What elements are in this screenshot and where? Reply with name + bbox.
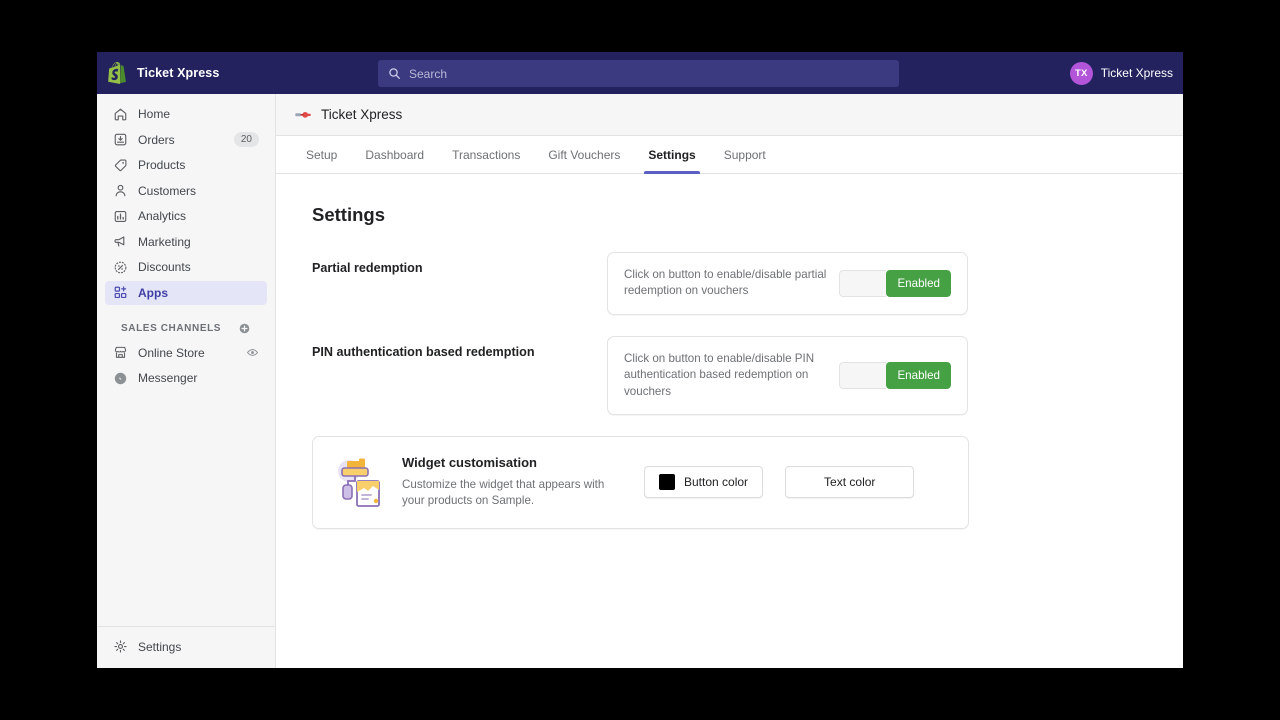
- marketing-megaphone-icon: [114, 236, 125, 247]
- setting-pin-authentication: PIN authentication based redemption Clic…: [276, 335, 1183, 416]
- ticket-xpress-app-icon: [295, 111, 311, 118]
- toggle-off-segment[interactable]: [839, 362, 887, 390]
- sidebar-item-label: Home: [138, 107, 171, 121]
- sidebar-item-discounts[interactable]: Discounts: [105, 255, 267, 279]
- tab-bar: Setup Dashboard Transactions Gift Vouche…: [276, 136, 1183, 174]
- sidebar-item-apps[interactable]: Apps: [105, 280, 267, 305]
- product-tag-icon: [114, 159, 127, 171]
- sales-channels-section-header: Sales channels: [105, 317, 267, 341]
- toggle-off-segment[interactable]: [839, 269, 887, 297]
- tab-label: Support: [723, 147, 766, 162]
- tab-support[interactable]: Support: [710, 136, 780, 173]
- eye-icon[interactable]: [246, 346, 259, 359]
- tab-transactions[interactable]: Transactions: [438, 136, 534, 173]
- text-color-picker[interactable]: Text color: [785, 466, 915, 499]
- setting-partial-redemption: Partial redemption Click on button to en…: [276, 252, 1183, 315]
- main-content: Ticket Xpress Setup Dashboard Transactio…: [276, 94, 1183, 668]
- gear-icon: [114, 640, 127, 653]
- apps-grid-plus-icon: [114, 286, 127, 299]
- sidebar-item-label: Settings: [138, 639, 182, 654]
- sidebar-item-label: Messenger: [138, 371, 198, 385]
- setting-card: Click on button to enable/disable PIN au…: [607, 335, 968, 416]
- shopify-bag-icon: [108, 62, 126, 84]
- plus-circle-icon[interactable]: [238, 322, 251, 335]
- button-color-label: Button color: [684, 475, 749, 490]
- partial-redemption-toggle[interactable]: Enabled: [839, 269, 951, 297]
- tab-label: Setup: [306, 147, 338, 162]
- orders-inbox-icon: [114, 133, 127, 146]
- tab-label: Transactions: [452, 147, 521, 162]
- tab-label: Gift Vouchers: [548, 147, 621, 162]
- toggle-state-label[interactable]: Enabled: [886, 362, 951, 390]
- pin-authentication-toggle[interactable]: Enabled: [839, 362, 951, 390]
- sidebar-item-customers[interactable]: Customers: [105, 179, 267, 203]
- orders-count-badge: 20: [233, 132, 259, 147]
- sales-channels-title: Sales channels: [121, 323, 222, 334]
- customer-person-icon: [115, 184, 126, 197]
- sidebar-item-label: Apps: [138, 285, 168, 300]
- widget-customisation-card: Widget customisation Customize the widge…: [312, 436, 969, 529]
- search-bar[interactable]: [378, 60, 899, 87]
- sidebar-item-products[interactable]: Products: [105, 153, 267, 177]
- tab-label: Dashboard: [365, 147, 425, 162]
- app-header: Ticket Xpress: [276, 94, 1183, 136]
- sidebar-item-label: Marketing: [138, 234, 191, 249]
- setting-card: Click on button to enable/disable partia…: [607, 252, 968, 315]
- sidebar-footer: Settings: [97, 625, 275, 669]
- color-buttons: Button color Text color: [644, 466, 915, 499]
- toggle-state-label[interactable]: Enabled: [886, 269, 951, 297]
- sidebar-item-marketing[interactable]: Marketing: [105, 230, 267, 254]
- sidebar-item-label: Customers: [138, 183, 197, 198]
- button-color-picker[interactable]: Button color: [644, 466, 764, 499]
- app-title: Ticket Xpress: [321, 107, 403, 122]
- button-color-swatch: [659, 474, 675, 491]
- text-color-label: Text color: [824, 475, 876, 490]
- avatar: TX: [1069, 61, 1093, 85]
- sidebar-item-label: Analytics: [138, 209, 187, 223]
- user-name: Ticket Xpress: [1100, 66, 1173, 80]
- settings-page: Settings Partial redemption Click on but…: [276, 174, 1183, 668]
- sidebar-item-label: Online Store: [138, 345, 205, 360]
- sidebar-item-label: Orders: [138, 132, 175, 147]
- sidebar-item-analytics[interactable]: Analytics: [105, 204, 267, 228]
- sidebar-item-orders[interactable]: Orders 20: [105, 128, 267, 152]
- sidebar-item-online-store[interactable]: Online Store: [105, 341, 267, 365]
- setting-description: Click on button to enable/disable PIN au…: [624, 351, 815, 398]
- sidebar-item-label: Products: [138, 158, 186, 172]
- setting-label: Partial redemption: [312, 261, 423, 275]
- page-title: Settings: [312, 204, 385, 225]
- sidebar-item-home[interactable]: Home: [105, 102, 267, 126]
- analytics-bar-chart-icon: [114, 210, 127, 222]
- shopify-admin-window: Ticket Xpress TX Ticket Xpress Home: [97, 52, 1183, 668]
- widget-title: Widget customisation: [402, 455, 537, 471]
- setting-description: Click on button to enable/disable partia…: [624, 268, 827, 298]
- sidebar-item-settings[interactable]: Settings: [105, 635, 267, 659]
- sidebar: Home Orders 20 Products Customers Analyt…: [97, 94, 276, 668]
- sidebar-nav: Home Orders 20 Products Customers Analyt…: [97, 94, 275, 390]
- search-input[interactable]: [409, 66, 889, 81]
- home-icon: [114, 108, 127, 120]
- sidebar-item-messenger[interactable]: Messenger: [105, 366, 267, 390]
- sidebar-item-label: Discounts: [138, 260, 191, 274]
- paint-roller-illustration: [338, 458, 380, 508]
- tab-label: Settings: [648, 147, 696, 162]
- tab-settings[interactable]: Settings: [634, 136, 709, 174]
- top-bar: Ticket Xpress TX Ticket Xpress: [97, 52, 1183, 94]
- tab-dashboard[interactable]: Dashboard: [351, 136, 438, 173]
- store-name: Ticket Xpress: [137, 66, 220, 80]
- discount-percent-icon: [114, 261, 127, 273]
- online-store-icon: [114, 346, 127, 358]
- search-icon: [389, 68, 400, 79]
- user-menu[interactable]: TX Ticket Xpress: [1069, 52, 1173, 94]
- messenger-icon: [114, 372, 127, 384]
- widget-subtitle: Customize the widget that appears with y…: [402, 478, 605, 508]
- tab-gift-vouchers[interactable]: Gift Vouchers: [534, 136, 634, 173]
- setting-label: PIN authentication based redemption: [312, 344, 535, 359]
- tab-setup[interactable]: Setup: [292, 136, 351, 173]
- brand-area[interactable]: Ticket Xpress: [97, 62, 275, 84]
- widget-text-block: Widget customisation Customize the widge…: [402, 455, 609, 509]
